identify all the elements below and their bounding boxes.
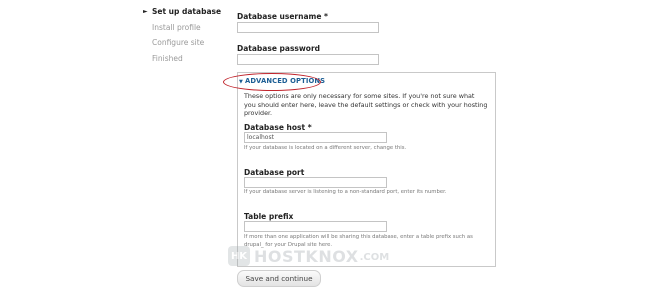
- install-steps: ► Set up database Install profile Config…: [140, 6, 230, 68]
- db-password-input[interactable]: [237, 54, 379, 65]
- db-password-label: Database password: [237, 44, 321, 53]
- step-label: Finished: [152, 53, 183, 63]
- step-label: Set up database: [152, 7, 222, 16]
- hostknox-logo-icon: HK: [228, 246, 250, 266]
- db-host-label: Database host *: [244, 123, 312, 132]
- step-label: Configure site: [152, 38, 205, 47]
- step-set-up-database: ► Set up database: [140, 6, 230, 22]
- watermark-text: HOSTKNOX: [254, 246, 359, 266]
- db-username-label: Database username *: [237, 12, 328, 21]
- highlight-ring: [223, 73, 321, 91]
- required-marker: *: [324, 12, 328, 21]
- hostknox-watermark: HK HOSTKNOX .COM: [228, 244, 389, 268]
- db-host-input[interactable]: localhost: [244, 132, 387, 143]
- db-username-label-text: Database username: [237, 12, 322, 21]
- step-install-profile: Install profile: [140, 22, 230, 38]
- db-host-description: If your database is located on a differe…: [244, 145, 407, 151]
- step-label: Install profile: [152, 22, 201, 32]
- table-prefix-label: Table prefix: [244, 212, 294, 221]
- current-step-arrow-icon: ►: [143, 8, 148, 15]
- db-host-label-text: Database host: [244, 123, 306, 132]
- db-username-input[interactable]: [237, 22, 379, 33]
- save-and-continue-button[interactable]: Save and continue: [237, 270, 321, 287]
- db-port-input[interactable]: [244, 177, 387, 188]
- advanced-options-intro: These options are only necessary for som…: [244, 92, 488, 118]
- db-port-label: Database port: [244, 168, 305, 177]
- step-configure-site: Configure site: [140, 37, 230, 53]
- step-finished: Finished: [140, 53, 230, 69]
- required-marker: *: [307, 123, 312, 132]
- watermark-suffix: .COM: [359, 252, 390, 263]
- db-port-description: If your database server is listening to …: [244, 189, 447, 195]
- table-prefix-input[interactable]: [244, 221, 387, 232]
